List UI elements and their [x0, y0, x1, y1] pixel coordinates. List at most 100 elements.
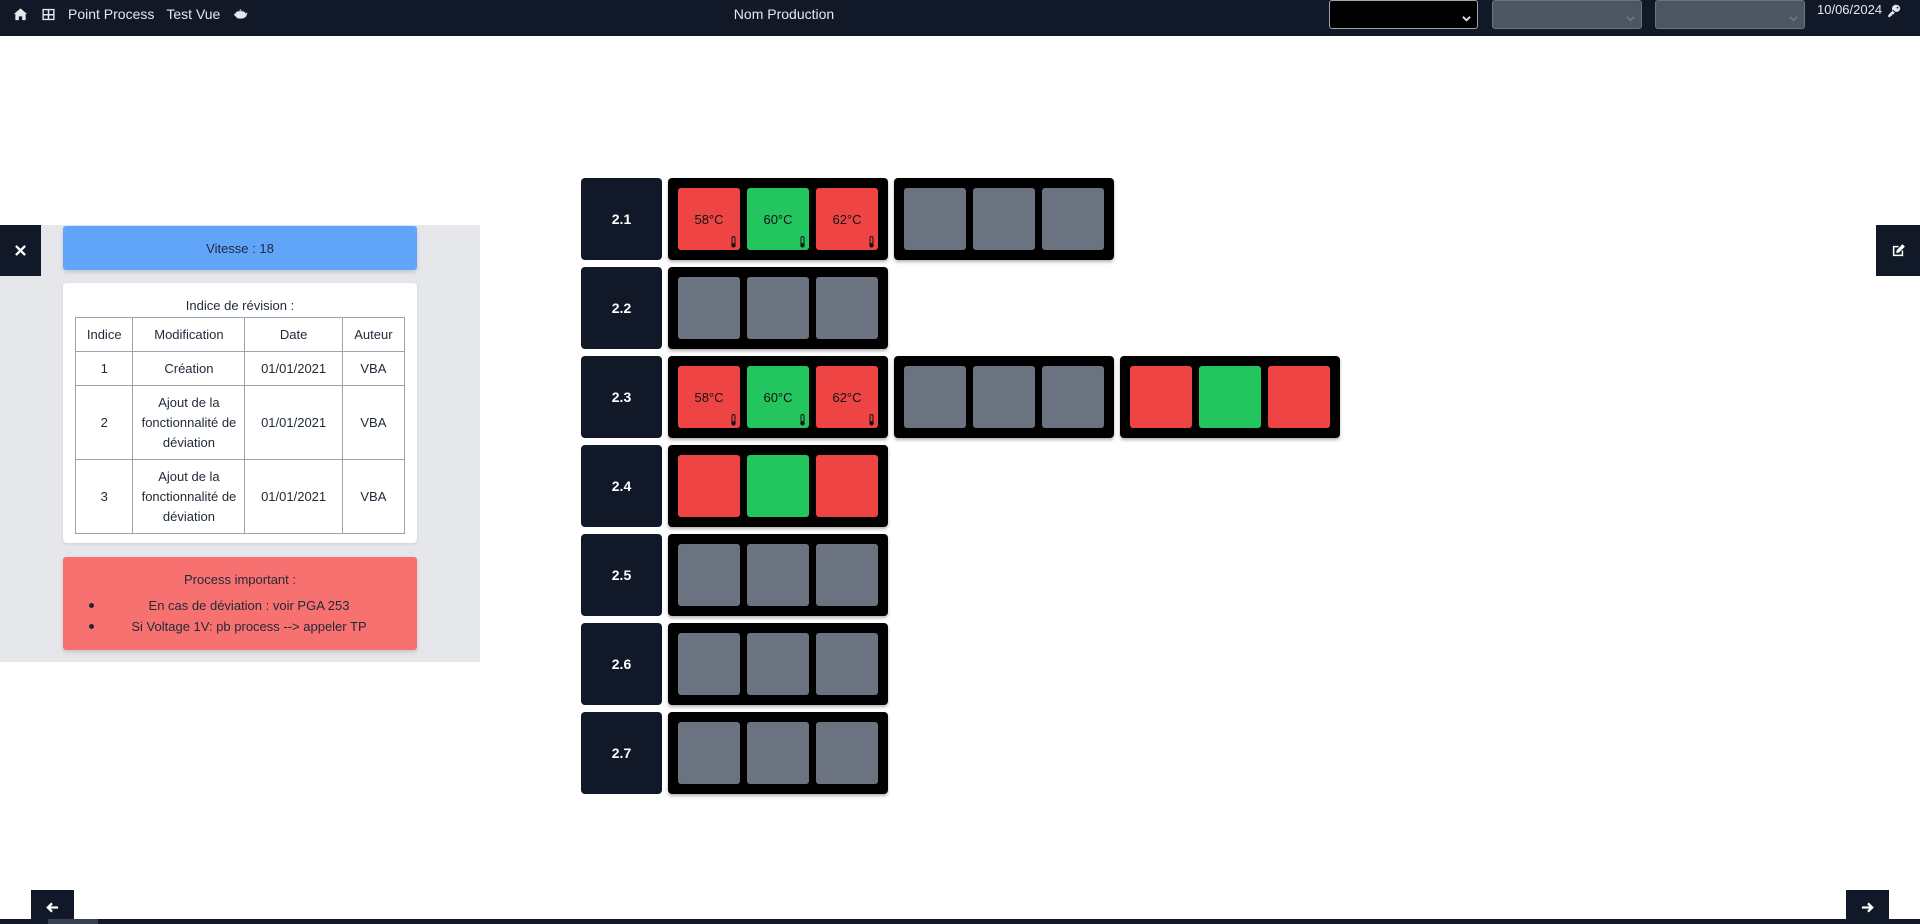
status-cell-green[interactable]: 60°C	[747, 366, 809, 428]
thermometer-icon	[799, 414, 806, 426]
cell-indice: 1	[74, 351, 134, 386]
column-header-date: Date	[244, 317, 343, 352]
cell-date: 01/01/2021	[244, 351, 343, 386]
cell-group: 58°C 60°C 62°C	[668, 356, 888, 438]
table-row: 1 Création 01/01/2021 VBA	[74, 351, 406, 386]
temperature-value: 62°C	[832, 389, 862, 405]
row-label: 2.1	[581, 178, 662, 260]
speed-badge: Vitesse : 18	[63, 226, 417, 270]
chevron-down-icon	[1462, 10, 1471, 22]
column-header-auteur: Auteur	[341, 317, 406, 352]
status-cell-gray[interactable]	[678, 633, 740, 695]
status-cell-gray[interactable]	[1042, 188, 1104, 250]
list-item: En cas de déviation : voir PGA 253	[89, 595, 417, 616]
row-label: 2.3	[581, 356, 662, 438]
thermometer-icon	[868, 236, 875, 248]
thermometer-icon	[730, 414, 737, 426]
table-row: 3 Ajout de la fonctionnalité de déviatio…	[74, 459, 406, 534]
status-cell-red[interactable]	[1130, 366, 1192, 428]
status-cell-red[interactable]: 62°C	[816, 188, 878, 250]
status-cell-gray[interactable]	[973, 366, 1035, 428]
cell-date: 01/01/2021	[244, 385, 343, 460]
status-cell-gray[interactable]	[816, 722, 878, 784]
cell-modification: Ajout de la fonctionnalité de déviation	[132, 385, 246, 460]
select-dropdown-2[interactable]	[1492, 0, 1642, 29]
revision-table: Indice Modification Date Auteur 1 Créati…	[74, 317, 406, 534]
cell-group	[668, 534, 888, 616]
status-cell-gray[interactable]	[816, 277, 878, 339]
status-cell-green[interactable]: 60°C	[747, 188, 809, 250]
chevron-down-icon	[1626, 10, 1635, 22]
edit-icon	[1892, 244, 1905, 257]
status-cell-gray[interactable]	[747, 633, 809, 695]
important-process-card: Process important : En cas de déviation …	[63, 557, 417, 650]
edit-button[interactable]	[1876, 225, 1920, 276]
select-dropdown-3[interactable]	[1655, 0, 1805, 29]
status-cell-red[interactable]: 62°C	[816, 366, 878, 428]
table-row: 2 Ajout de la fonctionnalité de déviatio…	[74, 385, 406, 460]
status-cell-green[interactable]	[747, 455, 809, 517]
temperature-value: 58°C	[694, 389, 724, 405]
revision-title: Indice de révision :	[185, 298, 295, 313]
status-cell-gray[interactable]	[1042, 366, 1104, 428]
row-label: 2.2	[581, 267, 662, 349]
cell-group	[668, 712, 888, 794]
cell-indice: 2	[74, 385, 134, 460]
cell-group	[668, 267, 888, 349]
cell-group	[894, 178, 1114, 260]
cell-group	[894, 356, 1114, 438]
cell-modification: Ajout de la fonctionnalité de déviation	[132, 459, 246, 534]
close-panel-button[interactable]	[0, 225, 41, 276]
column-header-modification: Modification	[132, 317, 246, 352]
cell-group: 58°C 60°C 62°C	[668, 178, 888, 260]
row-label: 2.5	[581, 534, 662, 616]
row-label: 2.6	[581, 623, 662, 705]
close-icon	[15, 245, 26, 256]
horizontal-scrollbar[interactable]	[0, 919, 1920, 924]
thermometer-icon	[730, 236, 737, 248]
cell-date: 01/01/2021	[244, 459, 343, 534]
status-cell-gray[interactable]	[747, 277, 809, 339]
cell-group	[1120, 356, 1340, 438]
top-navbar: Point Process Test Vue Nom Production 10…	[0, 0, 1920, 36]
status-cell-red[interactable]	[1268, 366, 1330, 428]
status-cell-gray[interactable]	[747, 722, 809, 784]
status-cell-gray[interactable]	[904, 366, 966, 428]
row-label: 2.7	[581, 712, 662, 794]
status-cell-gray[interactable]	[904, 188, 966, 250]
thermometer-icon	[799, 236, 806, 248]
revision-card: Indice de révision : Indice Modification…	[63, 283, 417, 543]
status-cell-gray[interactable]	[678, 544, 740, 606]
status-cell-gray[interactable]	[973, 188, 1035, 250]
scrollbar-thumb[interactable]	[48, 919, 98, 924]
cell-auteur: VBA	[341, 351, 406, 386]
cell-auteur: VBA	[341, 459, 406, 534]
select-dropdown-1[interactable]	[1329, 0, 1478, 29]
status-cell-gray[interactable]	[816, 544, 878, 606]
status-cell-gray[interactable]	[747, 544, 809, 606]
status-cell-red[interactable]: 58°C	[678, 188, 740, 250]
list-item: Si Voltage 1V: pb process --> appeler TP	[89, 616, 417, 637]
status-cell-red[interactable]	[816, 455, 878, 517]
status-cell-green[interactable]	[1199, 366, 1261, 428]
status-cell-gray[interactable]	[678, 277, 740, 339]
current-date: 10/06/2024	[1817, 2, 1883, 17]
status-cell-gray[interactable]	[816, 633, 878, 695]
column-header-indice: Indice	[74, 317, 134, 352]
key-icon[interactable]	[1887, 4, 1901, 18]
important-title: Process important :	[184, 572, 296, 587]
cell-modification: Création	[132, 351, 246, 386]
cell-indice: 3	[74, 459, 134, 534]
temperature-value: 62°C	[832, 211, 862, 227]
thermometer-icon	[868, 414, 875, 426]
cell-auteur: VBA	[341, 385, 406, 460]
important-list: En cas de déviation : voir PGA 253 Si Vo…	[63, 595, 417, 637]
status-cell-gray[interactable]	[678, 722, 740, 784]
row-label: 2.4	[581, 445, 662, 527]
status-cell-red[interactable]	[678, 455, 740, 517]
arrow-left-icon	[46, 902, 59, 912]
temperature-value: 60°C	[763, 389, 793, 405]
cell-group	[668, 623, 888, 705]
status-cell-red[interactable]: 58°C	[678, 366, 740, 428]
cell-group	[668, 445, 888, 527]
